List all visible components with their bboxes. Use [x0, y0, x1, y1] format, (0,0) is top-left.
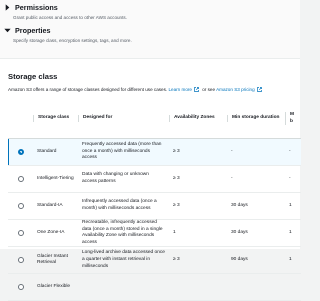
column-header-designed-for: Designed for: [78, 99, 169, 139]
row-radio-cell[interactable]: [8, 273, 33, 301]
properties-expander[interactable]: Properties: [3, 26, 51, 35]
table-row[interactable]: One Zone-IA Recreatable, infrequently ac…: [8, 219, 301, 248]
availability-zones-cell: ≥ 3: [169, 165, 227, 193]
min-storage-duration-cell: -: [227, 165, 285, 193]
designed-for-cell: Long-lived archive data accessed once a …: [78, 246, 169, 275]
column-header-label: M b: [285, 111, 297, 126]
radio-unselected[interactable]: [17, 203, 24, 209]
min-billable-cell: -: [285, 165, 301, 193]
radio-selected[interactable]: [17, 149, 24, 155]
learn-more-link[interactable]: Learn more: [168, 87, 192, 92]
storage-class-name: Glacier Instant Retrieval: [33, 246, 78, 275]
caret-right-icon: [5, 4, 10, 11]
radio-unselected[interactable]: [17, 284, 24, 291]
column-header-availability-zones: Availability Zones: [169, 99, 227, 139]
availability-zones-cell: [169, 273, 227, 301]
designed-for-cell: Infrequently accessed data (once a month…: [78, 192, 169, 220]
designed-for-cell: Recreatable, infrequently accessed data …: [78, 219, 169, 248]
min-billable-cell: 1: [285, 246, 301, 275]
column-header-min-billable: M b: [285, 99, 301, 139]
radio-unselected[interactable]: [17, 257, 24, 264]
min-storage-duration-cell: 90 days: [227, 246, 285, 275]
column-header-label: Storage class: [33, 115, 74, 122]
min-storage-duration-cell: [227, 273, 285, 301]
header-sections: Permissions Grant public access and acce…: [0, 0, 300, 58]
min-billable-cell: 1: [285, 192, 301, 220]
external-link-icon: [256, 87, 262, 92]
table-header-row: Storage class Designed for Availability …: [8, 99, 301, 139]
designed-for-cell: Frequently accessed data (more than once…: [78, 138, 169, 166]
min-billable-cell: [285, 273, 301, 301]
min-storage-duration-cell: -: [227, 138, 285, 166]
designed-for-cell: [78, 273, 169, 301]
availability-zones-cell: ≥ 3: [169, 246, 227, 275]
availability-zones-cell: 1: [169, 219, 227, 248]
storage-class-title: Storage class: [8, 72, 58, 81]
storage-class-name: Glacier Flexible: [33, 273, 78, 301]
min-storage-duration-cell: 30 days: [227, 192, 285, 220]
storage-class-name: Intelligent-Tiering: [33, 165, 78, 193]
permissions-description: Grant public access and access to other …: [13, 15, 127, 20]
column-header-label: Designed for: [78, 115, 165, 122]
table-row[interactable]: Standard Frequently accessed data (more …: [8, 138, 301, 166]
storage-class-name: One Zone-IA: [33, 219, 78, 248]
storage-class-name: Standard: [33, 138, 78, 166]
storage-class-panel: Storage class Amazon S3 offers a range o…: [0, 58, 301, 301]
storage-class-name: Standard-IA: [33, 192, 78, 220]
properties-description: Specify storage class, encryption settin…: [13, 38, 132, 43]
caret-down-icon: [4, 28, 11, 33]
column-header-select: [8, 99, 33, 139]
availability-zones-cell: ≥ 3: [169, 192, 227, 220]
min-billable-cell: 1: [285, 219, 301, 248]
row-radio-cell[interactable]: [8, 219, 33, 248]
table-row[interactable]: Intelligent-Tiering Data with changing o…: [8, 165, 301, 193]
availability-zones-cell: ≥ 3: [169, 138, 227, 166]
column-header-storage-class: Storage class: [33, 99, 78, 139]
min-billable-cell: -: [285, 138, 301, 166]
row-radio-cell[interactable]: [8, 138, 33, 166]
row-radio-cell[interactable]: [8, 192, 33, 220]
radio-unselected[interactable]: [17, 230, 24, 237]
row-radio-cell[interactable]: [8, 165, 33, 193]
column-header-label: Availability Zones: [169, 115, 223, 122]
row-radio-cell[interactable]: [8, 246, 33, 275]
permissions-expander[interactable]: Permissions: [3, 3, 58, 12]
column-header-label: Min storage duration: [227, 115, 281, 122]
table-row[interactable]: Glacier Instant Retrieval Long-lived arc…: [8, 246, 301, 275]
storage-class-table: Storage class Designed for Availability …: [8, 99, 301, 301]
min-storage-duration-cell: 30 days: [227, 219, 285, 248]
permissions-title: Permissions: [15, 3, 58, 12]
storage-class-description: Amazon S3 offers a range of storage clas…: [8, 87, 264, 92]
designed-for-cell: Data with changing or unknown access pat…: [78, 165, 169, 193]
properties-title: Properties: [15, 26, 51, 35]
pricing-link[interactable]: Amazon S3 pricing: [216, 87, 255, 92]
external-link-icon: [194, 87, 199, 92]
table-row[interactable]: Glacier Flexible: [8, 273, 301, 301]
description-text: Amazon S3 offers a range of storage clas…: [8, 87, 168, 92]
or-see-text: or see: [202, 87, 216, 92]
column-header-min-storage-duration: Min storage duration: [227, 99, 285, 139]
radio-unselected[interactable]: [17, 176, 24, 182]
table-row[interactable]: Standard-IA Infrequently accessed data (…: [8, 192, 301, 220]
